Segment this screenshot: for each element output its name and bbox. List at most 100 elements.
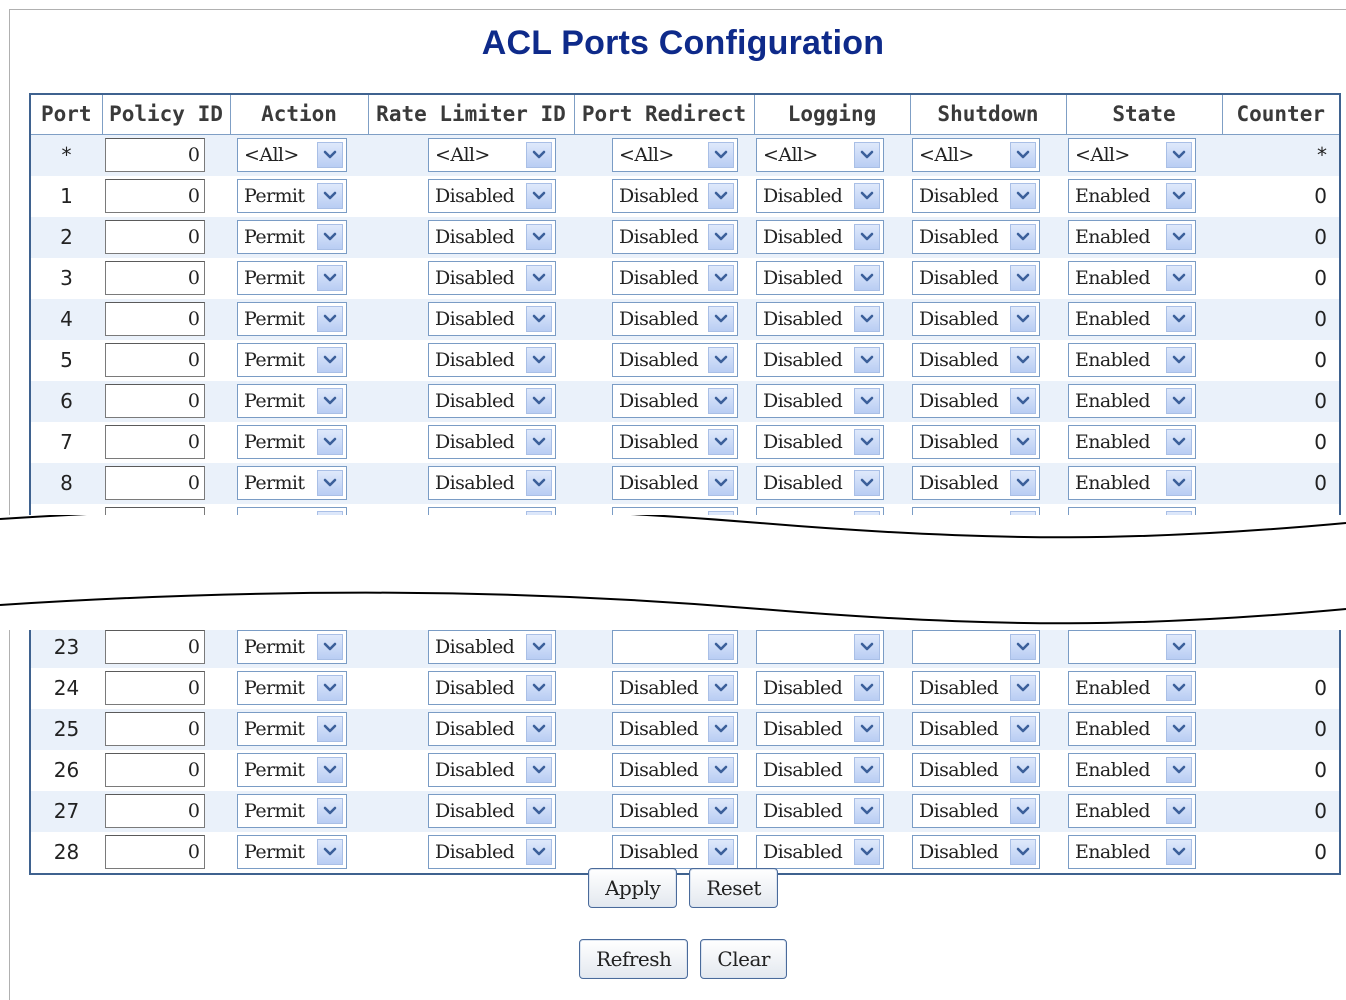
chevron-down-icon[interactable] [1166,716,1192,742]
apply-button[interactable]: Apply [588,868,678,908]
shutdown-select[interactable]: Disabled [912,466,1040,500]
chevron-down-icon[interactable] [1166,306,1192,332]
action-select[interactable]: Permit [237,302,347,336]
action-select[interactable]: Permit [237,794,347,828]
chevron-down-icon[interactable] [854,470,880,496]
policy-id-input[interactable] [105,220,205,254]
state-select[interactable]: Enabled [1068,220,1196,254]
chevron-down-icon[interactable] [1010,224,1036,250]
chevron-down-icon[interactable] [1010,142,1036,168]
state-select[interactable]: <All> [1068,138,1196,172]
rate-limiter-select[interactable]: Disabled [428,179,556,213]
logging-select[interactable]: Disabled [756,261,884,295]
shutdown-select[interactable]: Disabled [912,384,1040,418]
chevron-down-icon[interactable] [854,839,880,865]
chevron-down-icon[interactable] [317,634,343,660]
shutdown-select[interactable]: <All> [912,138,1040,172]
chevron-down-icon[interactable] [1010,757,1036,783]
shutdown-select[interactable]: Disabled [912,753,1040,787]
chevron-down-icon[interactable] [854,347,880,373]
shutdown-select[interactable]: Disabled [912,302,1040,336]
chevron-down-icon[interactable] [1166,429,1192,455]
chevron-down-icon[interactable] [317,306,343,332]
port-redirect-select[interactable]: Disabled [612,753,738,787]
chevron-down-icon[interactable] [854,388,880,414]
state-select[interactable]: Enabled [1068,261,1196,295]
rate-limiter-select[interactable]: Disabled [428,343,556,377]
chevron-down-icon[interactable] [1010,470,1036,496]
port-redirect-select[interactable]: Disabled [612,466,738,500]
logging-select[interactable] [756,630,884,664]
rate-limiter-select[interactable]: Disabled [428,630,556,664]
chevron-down-icon[interactable] [526,716,552,742]
state-select[interactable]: Enabled [1068,835,1196,869]
chevron-down-icon[interactable] [1166,347,1192,373]
port-redirect-select[interactable]: <All> [612,138,738,172]
chevron-down-icon[interactable] [854,183,880,209]
chevron-down-icon[interactable] [317,839,343,865]
reset-button[interactable]: Reset [689,868,778,908]
chevron-down-icon[interactable] [1010,839,1036,865]
chevron-down-icon[interactable] [1166,634,1192,660]
chevron-down-icon[interactable] [1166,839,1192,865]
action-select[interactable]: Permit [237,425,347,459]
chevron-down-icon[interactable] [708,470,734,496]
chevron-down-icon[interactable] [708,757,734,783]
port-redirect-select[interactable]: Disabled [612,425,738,459]
chevron-down-icon[interactable] [526,634,552,660]
action-select[interactable]: Permit [237,630,347,664]
logging-select[interactable]: Disabled [756,343,884,377]
chevron-down-icon[interactable] [854,634,880,660]
chevron-down-icon[interactable] [1166,675,1192,701]
chevron-down-icon[interactable] [526,183,552,209]
shutdown-select[interactable]: Disabled [912,261,1040,295]
port-redirect-select[interactable]: Disabled [612,712,738,746]
state-select[interactable]: Enabled [1068,343,1196,377]
rate-limiter-select[interactable]: Disabled [428,835,556,869]
policy-id-input[interactable] [105,179,205,213]
policy-id-input[interactable] [105,630,205,664]
chevron-down-icon[interactable] [708,183,734,209]
logging-select[interactable]: Disabled [756,302,884,336]
chevron-down-icon[interactable] [317,757,343,783]
chevron-down-icon[interactable] [708,675,734,701]
action-select[interactable]: Permit [237,261,347,295]
chevron-down-icon[interactable] [1166,142,1192,168]
rate-limiter-select[interactable]: Disabled [428,712,556,746]
chevron-down-icon[interactable] [317,798,343,824]
policy-id-input[interactable] [105,138,205,172]
port-redirect-select[interactable]: Disabled [612,794,738,828]
chevron-down-icon[interactable] [526,306,552,332]
chevron-down-icon[interactable] [526,224,552,250]
action-select[interactable]: Permit [237,753,347,787]
port-redirect-select[interactable]: Disabled [612,302,738,336]
chevron-down-icon[interactable] [526,470,552,496]
chevron-down-icon[interactable] [708,265,734,291]
state-select[interactable]: Enabled [1068,384,1196,418]
state-select[interactable]: Enabled [1068,302,1196,336]
rate-limiter-select[interactable]: Disabled [428,384,556,418]
chevron-down-icon[interactable] [854,306,880,332]
chevron-down-icon[interactable] [708,388,734,414]
chevron-down-icon[interactable] [708,347,734,373]
logging-select[interactable]: Disabled [756,466,884,500]
chevron-down-icon[interactable] [1166,470,1192,496]
state-select[interactable]: Enabled [1068,712,1196,746]
policy-id-input[interactable] [105,261,205,295]
logging-select[interactable]: Disabled [756,753,884,787]
action-select[interactable]: Permit [237,466,347,500]
policy-id-input[interactable] [105,835,205,869]
chevron-down-icon[interactable] [708,224,734,250]
chevron-down-icon[interactable] [854,265,880,291]
state-select[interactable]: Enabled [1068,425,1196,459]
policy-id-input[interactable] [105,671,205,705]
chevron-down-icon[interactable] [317,675,343,701]
action-select[interactable]: Permit [237,384,347,418]
rate-limiter-select[interactable]: Disabled [428,261,556,295]
chevron-down-icon[interactable] [317,716,343,742]
chevron-down-icon[interactable] [1010,388,1036,414]
action-select[interactable]: Permit [237,712,347,746]
action-select[interactable]: Permit [237,220,347,254]
clear-button[interactable]: Clear [700,939,787,979]
port-redirect-select[interactable]: Disabled [612,671,738,705]
